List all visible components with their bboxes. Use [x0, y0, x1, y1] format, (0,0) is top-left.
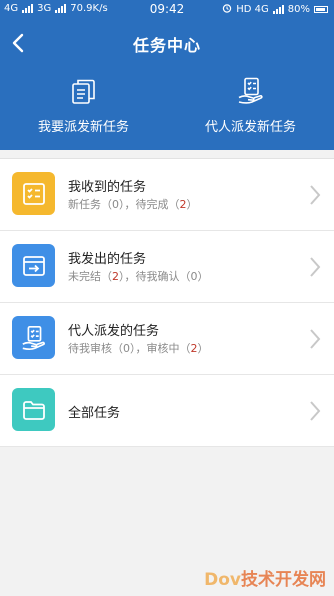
status-right: HD 4G 80% [222, 3, 328, 16]
sub-text: ） [186, 198, 198, 211]
row-icon-container [12, 172, 55, 215]
chevron-right-icon [310, 185, 321, 205]
sub-count: 0 [123, 342, 130, 355]
row-subtitle: 未完结（2），待我确认（0） [68, 268, 209, 284]
list-item-sent-tasks[interactable]: 我发出的任务 未完结（2），待我确认（0） [0, 231, 334, 303]
documents-icon [69, 76, 99, 106]
task-list: 我收到的任务 新任务（0），待完成（2） 我发出的任务 未完结（2），待我确认（… [0, 158, 334, 447]
dispatch-new-task-button[interactable]: 我要派发新任务 [0, 76, 167, 142]
sub-text: ） [197, 342, 209, 355]
row-title: 我收到的任务 [68, 180, 147, 195]
row-title: 全部任务 [68, 406, 121, 421]
sub-count: 0 [112, 198, 119, 211]
row-title: 代人派发的任务 [68, 324, 160, 339]
row-title: 我发出的任务 [68, 252, 147, 267]
watermark: Dov技术开发网 [204, 565, 326, 590]
watermark-latin: Dov [204, 570, 241, 590]
row-subtitle: 待我审核（0），审核中（2） [68, 340, 209, 356]
action-label: 代人派发新任务 [204, 120, 296, 135]
action-label: 我要派发新任务 [37, 120, 129, 135]
row-icon-container [12, 388, 55, 431]
row-icon-container [12, 316, 55, 359]
network-right-label: HD 4G [236, 4, 269, 15]
window-arrow-icon [22, 255, 45, 276]
checklist-icon [22, 182, 45, 205]
row-icon-container [12, 244, 55, 287]
sub-text: ），审核中（ [130, 342, 191, 355]
sub-text: ），待完成（ [119, 198, 180, 211]
list-item-received-tasks[interactable]: 我收到的任务 新任务（0），待完成（2） [0, 159, 334, 231]
list-item-proxy-tasks[interactable]: 代人派发的任务 待我审核（0），审核中（2） [0, 303, 334, 375]
sub-text: 未完结（ [68, 270, 112, 283]
battery-icon [314, 6, 328, 13]
hand-clipboard-icon [236, 76, 266, 106]
navbar: 任务中心 [0, 24, 334, 64]
sub-count-highlight: 2 [190, 342, 198, 355]
sub-count-highlight: 2 [179, 198, 187, 211]
sub-text: 新任务（ [68, 198, 112, 211]
signal-3-icon [272, 5, 284, 14]
dispatch-for-others-button[interactable]: 代人派发新任务 [167, 76, 334, 142]
alarm-icon [222, 3, 232, 16]
chevron-right-icon [310, 329, 321, 349]
watermark-cn: 技术开发网 [241, 570, 326, 590]
chevron-right-icon [310, 257, 321, 277]
sub-count-highlight: 2 [112, 270, 119, 283]
status-bar: 4G 3G 70.9K/s 09:42 HD 4G 80% [0, 0, 334, 20]
battery-percent: 80% [287, 4, 310, 15]
sub-text: ），待我确认（ [119, 270, 191, 283]
hand-clipboard-icon [21, 325, 45, 350]
sub-text: ） [197, 270, 209, 283]
page-title: 任务中心 [132, 36, 201, 55]
row-subtitle: 新任务（0），待完成（2） [68, 196, 198, 212]
header: 4G 3G 70.9K/s 09:42 HD 4G 80% 任务中心 我要派发新… [0, 0, 334, 150]
sub-count: 0 [190, 270, 198, 283]
chevron-right-icon [310, 401, 321, 421]
folder-icon [22, 400, 45, 420]
list-item-all-tasks[interactable]: 全部任务 [0, 375, 334, 447]
sub-text: 待我审核（ [68, 342, 123, 355]
